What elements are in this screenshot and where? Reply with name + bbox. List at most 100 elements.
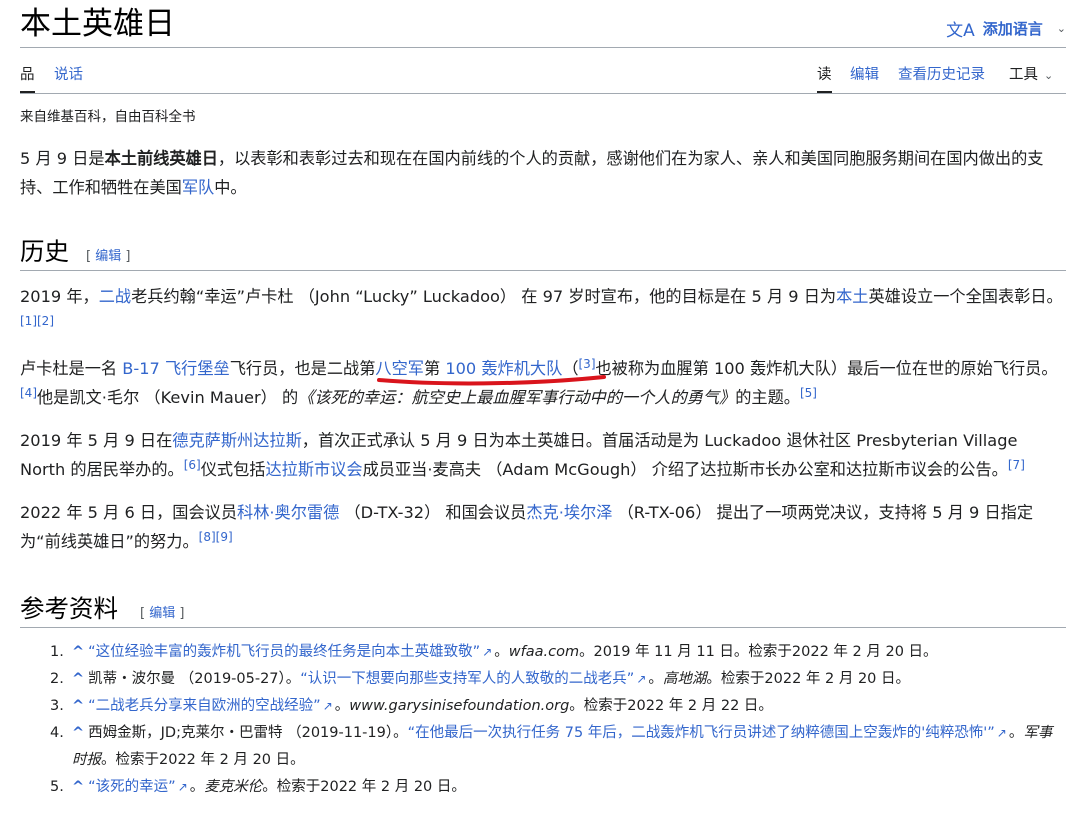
- reference-publisher: wfaa.com: [508, 644, 580, 660]
- backlink-caret[interactable]: ^: [72, 644, 84, 660]
- citation-8[interactable]: [8]: [199, 530, 216, 544]
- history-paragraph-3: 2019 年 5 月 9 日在德克萨斯州达拉斯，首次正式承认 5 月 9 日为本…: [20, 426, 1066, 484]
- intro-paragraph: 5 月 9 日是本土前线英雄日，以表彰和表彰过去和现在在国内前线的个人的贡献，感…: [20, 144, 1066, 202]
- citation-4[interactable]: [4]: [20, 386, 37, 400]
- text: 中。: [214, 178, 247, 197]
- text: 。: [334, 698, 350, 714]
- page-title: 本土英雄日: [20, 6, 175, 42]
- link-homefront[interactable]: 本土: [836, 287, 868, 306]
- text: 第: [423, 359, 446, 378]
- reference-publisher: 麦克米伦: [204, 779, 263, 795]
- tools-menu[interactable]: 工具 ⌄: [1009, 65, 1053, 93]
- chevron-down-icon: ⌄: [1056, 22, 1066, 35]
- link-100th-bomb-group[interactable]: 100 轰炸机大队: [445, 359, 562, 378]
- citation-5[interactable]: [5]: [800, 386, 817, 400]
- reference-title-link[interactable]: “该死的幸运”: [88, 779, 176, 795]
- reference-publisher: www.garysinisefoundation.org: [349, 698, 570, 714]
- section-heading-history: 历史 [ 编辑 ]: [20, 229, 1066, 271]
- backlink-caret[interactable]: ^: [72, 671, 84, 687]
- section-heading-references: 参考资料 [ 编辑 ]: [20, 586, 1066, 628]
- citation-1[interactable]: [1]: [20, 314, 37, 328]
- reference-list: 1. ^ “这位经验丰富的轰炸机飞行员的最终任务是向本土英雄致敬” ↗ 。wfaa.co…: [20, 639, 1066, 801]
- text: （D-TX-32） 和国会议员: [339, 503, 527, 522]
- external-link-icon: ↗: [636, 672, 647, 686]
- history-paragraph-4: 2022 年 5 月 6 日，国会议员科林·奥尔雷德 （D-TX-32） 和国会…: [20, 498, 1066, 556]
- section-title: 参考资料: [20, 594, 118, 623]
- text: 英雄设立一个全国表彰日。: [868, 287, 1063, 306]
- reference-number: 3.: [50, 698, 64, 714]
- edit-section-link[interactable]: 编辑: [149, 606, 175, 621]
- section-edit: [ 编辑 ]: [86, 245, 130, 264]
- link-military[interactable]: 军队: [182, 178, 214, 197]
- reference-title-link[interactable]: “认识一下想要向那些支持军人的人致敬的二战老兵”: [300, 671, 634, 687]
- link-eighth-air-force[interactable]: 八空军: [375, 359, 424, 378]
- tab-talk[interactable]: 说话: [54, 65, 83, 93]
- reference-item: 3. ^ “二战老兵分享来自欧洲的空战经验” ↗ 。www.garysinisefoun…: [50, 693, 1066, 720]
- link-colin-allred[interactable]: 科林·奥尔雷德: [237, 503, 339, 522]
- external-link-icon: ↗: [322, 699, 333, 713]
- history-paragraph-2: 卢卡杜是一名 B-17 飞行堡垒飞行员，也是二战第八空军第 100 轰炸机大队（…: [20, 354, 1066, 412]
- text: 2019 年，: [20, 287, 99, 306]
- text: 的主题。: [735, 388, 800, 407]
- site-tagline: 来自维基百科，自由百科全书: [20, 109, 196, 125]
- reference-number: 5.: [50, 779, 64, 795]
- text: 。: [189, 779, 205, 795]
- reference-number: 4.: [50, 725, 64, 741]
- citation-3[interactable]: [3]: [579, 357, 596, 371]
- reference-title-link[interactable]: “二战老兵分享来自欧洲的空战经验”: [88, 698, 321, 714]
- reference-title-link[interactable]: “在他最后一次执行任务 75 年后，二战轰炸机飞行员讲述了纳粹德国上空轰炸的'纯…: [408, 725, 995, 741]
- article-body: 5 月 9 日是本土前线英雄日，以表彰和表彰过去和现在在国内前线的个人的贡献，感…: [20, 144, 1066, 801]
- add-language-button[interactable]: 文A 添加语言 ⌄: [946, 16, 1066, 41]
- link-jake-ellzey[interactable]: 杰克·埃尔泽: [526, 503, 612, 522]
- reference-date: 。检索于2022 年 2 月 22 日。: [569, 698, 773, 714]
- text: 成员亚当·麦高夫 （Adam McGough） 介绍了达拉斯市长办公室和达拉斯市…: [362, 460, 1008, 479]
- text: 仪式包括: [200, 460, 266, 479]
- tab-read[interactable]: 读: [817, 65, 832, 93]
- text: 2019 年 5 月 9 日在: [20, 431, 173, 450]
- translate-icon: 文A: [946, 21, 975, 41]
- text: 5 月 9 日是: [20, 149, 105, 168]
- link-dallas-texas[interactable]: 德克萨斯州达拉斯: [172, 431, 302, 450]
- page-tabs: 品 说话 读 编辑 查看历史记录 工具 ⌄: [20, 48, 1066, 94]
- reference-publisher: 高地湖: [662, 671, 707, 687]
- history-paragraph-1: 2019 年，二战老兵约翰“幸运”卢卡杜 （John “Lucky” Lucka…: [20, 282, 1066, 340]
- link-wwii[interactable]: 二战: [99, 287, 131, 306]
- bold-term: 本土前线英雄日: [104, 149, 218, 168]
- bracket: [: [86, 249, 96, 264]
- reference-author: 凯蒂・波尔曼 （2019-05-27）。: [88, 671, 301, 687]
- reference-date: 。检索于2022 年 2 月 20 日。: [706, 671, 911, 687]
- text: 也被称为血腥第 100 轰炸机大队）最后一位在世的原始飞行员。: [595, 359, 1058, 378]
- bracket: ]: [121, 249, 131, 264]
- book-title: 《该死的幸运：航空史上最血腥军事行动中的一个人的勇气》: [298, 388, 736, 407]
- reference-item: 4. ^ 西姆金斯，JD;克莱尔・巴雷特 （2019-11-19）。“在他最后一次执…: [50, 720, 1066, 774]
- tab-history[interactable]: 查看历史记录: [898, 65, 985, 93]
- text: 2022 年 5 月 6 日，国会议员: [20, 503, 238, 522]
- backlink-caret[interactable]: ^: [72, 698, 84, 714]
- text: 。: [648, 671, 663, 687]
- citation-6[interactable]: [6]: [184, 458, 201, 472]
- bracket: [: [140, 606, 150, 621]
- citation-9[interactable]: [9]: [216, 530, 233, 544]
- citation-7[interactable]: [7]: [1008, 458, 1025, 472]
- citation-2[interactable]: [2]: [37, 314, 54, 328]
- link-dallas-city-council[interactable]: 达拉斯市议会: [265, 460, 362, 479]
- bracket: ]: [175, 606, 185, 621]
- external-link-icon: ↗: [996, 726, 1007, 740]
- reference-item: 5. ^ “该死的幸运” ↗ 。麦克米伦。检索于2022 年 2 月 20 日。: [50, 774, 1066, 801]
- reference-number: 2.: [50, 671, 64, 687]
- edit-section-link[interactable]: 编辑: [95, 249, 121, 264]
- backlink-caret[interactable]: ^: [72, 779, 84, 795]
- tab-edit[interactable]: 编辑: [850, 65, 879, 93]
- external-link-icon: ↗: [177, 780, 188, 794]
- reference-date: 。检索于2022 年 2 月 20 日。: [262, 779, 466, 795]
- link-b17[interactable]: B-17 飞行堡垒: [122, 359, 229, 378]
- page-header: 本土英雄日 文A 添加语言 ⌄: [20, 0, 1066, 48]
- tab-article[interactable]: 品: [20, 65, 35, 93]
- backlink-caret[interactable]: ^: [72, 725, 84, 741]
- reference-item: 2. ^ 凯蒂・波尔曼 （2019-05-27）。“认识一下想要向那些支持军人的人致…: [50, 666, 1066, 693]
- text: 飞行员，也是二战: [229, 359, 360, 378]
- text: 。: [494, 644, 509, 660]
- reference-date: 。2019 年 11 月 11 日。检索于2022 年 2 月 20 日。: [579, 644, 938, 660]
- reference-title-link[interactable]: “这位经验丰富的轰炸机飞行员的最终任务是向本土英雄致敬”: [88, 644, 480, 660]
- text: 第: [359, 359, 376, 378]
